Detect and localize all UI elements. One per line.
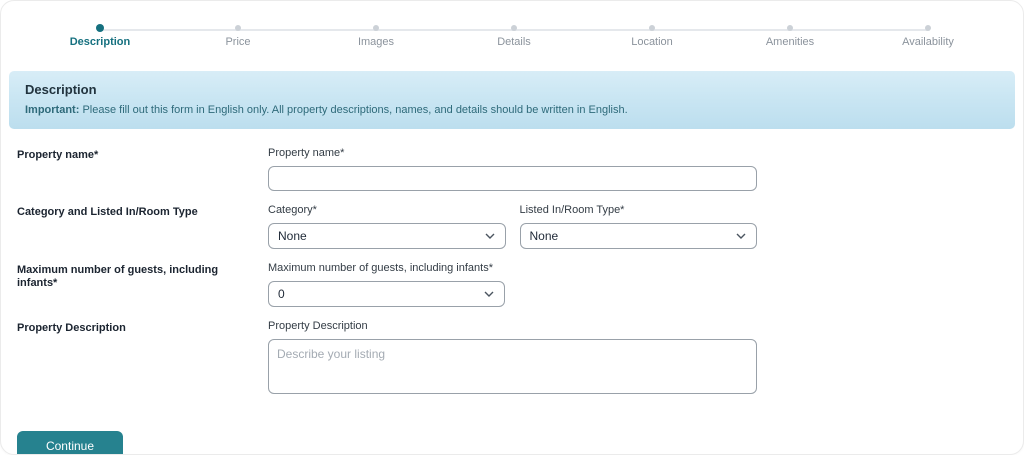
banner-message: Important: Please fill out this form in … (25, 104, 999, 116)
banner-message-text: Please fill out this form in English onl… (79, 104, 627, 116)
category-field: Category* None (268, 204, 506, 249)
max-guests-section-label: Maximum number of guests, including infa… (17, 262, 268, 307)
step-dot-icon (787, 25, 793, 31)
step-label: Details (497, 36, 531, 48)
max-guests-field: Maximum number of guests, including infa… (268, 262, 757, 307)
step-label: Availability (902, 36, 954, 48)
property-name-field-label: Property name* (268, 147, 757, 160)
room-type-select[interactable]: None (520, 223, 758, 249)
category-select[interactable]: None (268, 223, 506, 249)
room-type-select-value: None (530, 229, 559, 243)
step-availability[interactable]: Availability (859, 25, 997, 48)
step-amenities[interactable]: Amenities (721, 25, 859, 48)
step-label: Amenities (766, 36, 814, 48)
property-description-textarea[interactable] (268, 339, 757, 394)
property-name-input[interactable] (268, 166, 757, 191)
property-description-row: Property Description Property Descriptio… (17, 320, 1007, 399)
step-label: Price (225, 36, 250, 48)
chevron-down-icon (736, 233, 746, 239)
step-dot-icon (96, 24, 104, 32)
step-label: Images (358, 36, 394, 48)
step-dot-icon (925, 25, 931, 31)
property-name-field: Property name* (268, 147, 757, 191)
max-guests-select-value: 0 (278, 287, 285, 301)
property-name-row: Property name* Property name* (17, 147, 1007, 191)
step-details[interactable]: Details (445, 25, 583, 48)
room-type-field: Listed In/Room Type* None (520, 204, 758, 249)
category-room-type-row: Category and Listed In/Room Type Categor… (17, 204, 1007, 249)
property-description-field: Property Description (268, 320, 757, 399)
chevron-down-icon (485, 233, 495, 239)
progress-stepper: Description Price Images Details Locatio… (31, 25, 997, 59)
step-dot-icon (511, 25, 517, 31)
room-type-field-label: Listed In/Room Type* (520, 204, 758, 217)
banner-important-label: Important: (25, 104, 79, 116)
banner-title: Description (25, 82, 999, 97)
property-name-section-label: Property name* (17, 147, 268, 191)
section-info-banner: Description Important: Please fill out t… (9, 71, 1015, 129)
continue-button[interactable]: Continue (17, 431, 123, 455)
step-description[interactable]: Description (31, 25, 169, 48)
step-label: Location (631, 36, 673, 48)
description-form: Property name* Property name* Category a… (17, 147, 1007, 455)
step-images[interactable]: Images (307, 25, 445, 48)
step-price[interactable]: Price (169, 25, 307, 48)
category-field-label: Category* (268, 204, 506, 217)
max-guests-select[interactable]: 0 (268, 281, 505, 307)
step-label: Description (70, 36, 131, 48)
step-dot-icon (649, 25, 655, 31)
category-section-label: Category and Listed In/Room Type (17, 204, 268, 249)
category-select-value: None (278, 229, 307, 243)
max-guests-row: Maximum number of guests, including infa… (17, 262, 1007, 307)
step-dot-icon (235, 25, 241, 31)
chevron-down-icon (484, 291, 494, 297)
property-description-section-label: Property Description (17, 320, 268, 399)
step-dot-icon (373, 25, 379, 31)
property-description-field-label: Property Description (268, 320, 757, 333)
listing-form-card: Description Price Images Details Locatio… (0, 0, 1024, 455)
step-location[interactable]: Location (583, 25, 721, 48)
max-guests-field-label: Maximum number of guests, including infa… (268, 262, 757, 275)
